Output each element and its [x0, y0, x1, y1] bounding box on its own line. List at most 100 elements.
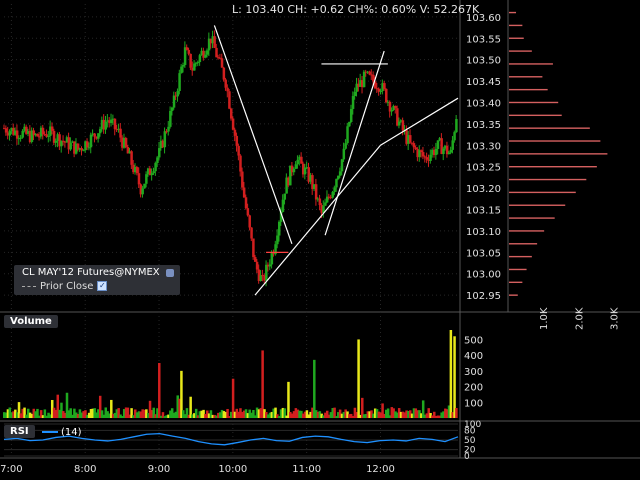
candle [338, 171, 342, 176]
profile-tick-label: 2.0K [574, 307, 585, 330]
volume-tick-label: 200 [464, 383, 483, 394]
price-tick-label: 103.30 [466, 141, 501, 152]
candle [455, 118, 458, 133]
candle [346, 126, 349, 144]
candle [172, 95, 176, 108]
profile-bar [509, 191, 576, 194]
candle [383, 83, 386, 89]
candle [154, 163, 157, 172]
profile-bar [509, 24, 523, 27]
price-tick-label: 103.05 [466, 248, 501, 259]
candle [412, 143, 416, 148]
candle [242, 187, 246, 198]
candle [137, 173, 141, 185]
candle [283, 193, 287, 200]
candle [351, 96, 355, 109]
candle [300, 156, 303, 164]
candle [231, 118, 235, 130]
volume-bar [453, 336, 456, 418]
candle [189, 53, 192, 68]
profile-bar [509, 50, 532, 52]
profile-bar [509, 230, 545, 232]
volume-tick-label: 400 [464, 351, 483, 362]
candle [69, 142, 72, 150]
pin-icon[interactable] [166, 269, 174, 277]
time-tick-label: 7:00 [0, 464, 22, 475]
candle [244, 197, 248, 209]
candle [425, 157, 429, 160]
rsi-pane-label: RSI [4, 425, 35, 438]
prior-close-row[interactable]: Prior Close ✓ [22, 281, 108, 292]
candle [226, 87, 229, 92]
candle [110, 119, 113, 124]
rsi-tick-label: 80 [464, 426, 476, 436]
price-tick-label: 103.00 [466, 270, 501, 281]
prior-close-checkbox[interactable]: ✓ [97, 281, 108, 291]
candle [93, 133, 96, 137]
symbol-legend[interactable]: CL MAY'12 Futures@NYMEX Prior Close ✓ [14, 265, 180, 295]
candle [182, 65, 185, 67]
candle [277, 221, 281, 236]
profile-bar [509, 63, 553, 65]
candle [331, 191, 335, 198]
candle [89, 134, 93, 148]
candle [47, 135, 50, 137]
candle [447, 152, 451, 155]
profile-bar [509, 204, 566, 206]
candle [344, 143, 347, 149]
time-tick-label: 9:00 [148, 464, 170, 475]
candle [97, 133, 100, 139]
price-tick-label: 103.25 [466, 163, 501, 174]
candle [213, 36, 216, 48]
time-tick-label: 12:00 [366, 464, 395, 475]
candle [294, 164, 298, 169]
rsi-tick-label: 50 [464, 436, 476, 446]
candle [87, 147, 91, 149]
volume-tick-label: 300 [464, 367, 483, 378]
volume-bar [313, 359, 316, 418]
candle [314, 184, 318, 200]
candle [253, 257, 257, 262]
candle [41, 127, 45, 135]
candle [113, 118, 117, 130]
candle [233, 129, 237, 136]
candle [453, 132, 456, 141]
candle [143, 183, 146, 189]
candle [98, 129, 102, 134]
candle [401, 120, 405, 131]
candle [176, 90, 179, 97]
candle [281, 199, 285, 212]
symbol-label: CL MAY'12 Futures@NYMEX [22, 267, 160, 278]
candle [187, 49, 191, 54]
candle [36, 133, 39, 137]
candle [185, 47, 189, 50]
candle [183, 47, 187, 66]
volume-bar [455, 408, 458, 418]
profile-bar [509, 294, 518, 296]
candle [268, 264, 272, 267]
candle [349, 108, 353, 123]
candle [241, 171, 244, 188]
candle [230, 108, 233, 119]
candle [420, 150, 423, 153]
profile-tick-label: 1.0K [539, 307, 550, 330]
profile-bar [509, 255, 532, 258]
time-tick-label: 8:00 [74, 464, 96, 475]
price-tick-label: 103.10 [466, 227, 501, 238]
candle [119, 128, 122, 138]
candle [124, 137, 128, 147]
candle [198, 55, 202, 63]
candle [255, 261, 259, 270]
candle [348, 122, 351, 127]
candle [206, 50, 209, 55]
profile-bar [509, 166, 597, 168]
candle [235, 135, 239, 146]
candle [54, 141, 58, 143]
futures-chart[interactable]: 103.60103.55103.50103.45103.40103.35103.… [0, 0, 640, 480]
candle [169, 110, 172, 127]
candle [150, 173, 154, 176]
profile-bar [509, 37, 524, 39]
candle [379, 91, 382, 93]
candle [270, 252, 274, 265]
profile-bar [509, 281, 523, 284]
